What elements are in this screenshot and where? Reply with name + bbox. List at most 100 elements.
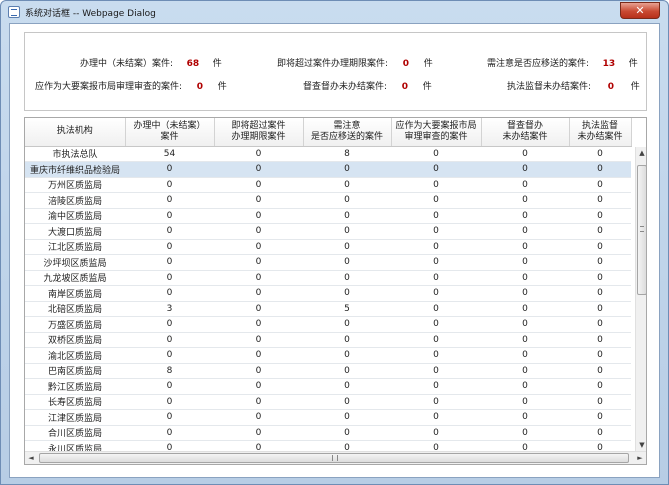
table-row[interactable]: 万州区质监局 0 0 0 0 0 0 <box>25 177 631 193</box>
case-count-cell: 0 <box>481 394 569 410</box>
case-count-cell: 0 <box>391 394 481 410</box>
vertical-scroll-thumb[interactable] <box>637 165 646 295</box>
case-count-cell: 0 <box>391 316 481 333</box>
case-count-cell: 0 <box>391 223 481 240</box>
case-count-cell: 0 <box>481 192 569 209</box>
agency-name-cell: 渝中区质监局 <box>25 208 125 224</box>
header-in-progress[interactable]: 办理中（未结案） 案件 <box>125 118 215 147</box>
horizontal-scrollbar[interactable]: ◄ ► <box>25 451 646 464</box>
case-count-cell: 0 <box>481 409 569 426</box>
header-text: 即将超过案件 <box>231 120 286 131</box>
summary-item-in-progress: 办理中（未结案）案件: 68 件 <box>80 56 222 69</box>
header-major-case-review[interactable]: 应作为大要案报市局 审理审查的案件 <box>391 118 482 147</box>
case-count-cell: 0 <box>481 161 569 178</box>
case-count-cell: 0 <box>391 301 481 317</box>
case-count-cell: 0 <box>125 285 214 302</box>
case-count-cell: 0 <box>569 161 631 178</box>
header-text: 未办结案件 <box>577 131 623 142</box>
case-count-cell: 0 <box>569 146 631 162</box>
table-row[interactable]: 涪陵区质监局 0 0 0 0 0 0 <box>25 192 631 209</box>
case-count-cell: 0 <box>125 223 214 240</box>
case-count-cell: 0 <box>214 394 303 410</box>
case-count-cell: 0 <box>214 177 303 193</box>
header-text: 督查督办 <box>506 120 543 131</box>
case-count-cell: 0 <box>391 239 481 255</box>
case-count-cell: 0 <box>303 394 391 410</box>
table-row[interactable]: 市执法总队 54 0 8 0 0 0 <box>25 146 631 162</box>
case-count-cell: 0 <box>214 270 303 286</box>
table-row[interactable]: 南岸区质监局 0 0 0 0 0 0 <box>25 285 631 302</box>
case-count-cell: 0 <box>214 316 303 333</box>
case-count-cell: 0 <box>303 223 391 240</box>
summary-label: 需注意是否应移送的案件: <box>487 59 590 69</box>
scroll-up-icon[interactable]: ▲ <box>636 147 646 159</box>
header-supervision-pending[interactable]: 督查督办 未办结案件 <box>481 118 570 147</box>
table-row[interactable]: 合川区质监局 0 0 0 0 0 0 <box>25 425 631 441</box>
table-row[interactable]: 黔江区质监局 0 0 0 0 0 0 <box>25 378 631 395</box>
case-count-cell: 0 <box>125 425 214 441</box>
case-count-cell: 54 <box>125 146 214 162</box>
scroll-down-icon[interactable]: ▼ <box>636 439 646 451</box>
summary-value: 0 <box>401 82 409 92</box>
agency-name-cell: 万州区质监局 <box>25 177 125 193</box>
grip-icon <box>332 455 338 461</box>
grip-icon <box>640 226 644 232</box>
summary-value: 0 <box>196 82 204 92</box>
close-button[interactable]: ✕ <box>620 2 660 19</box>
table-row[interactable]: 江北区质监局 0 0 0 0 0 0 <box>25 239 631 255</box>
header-text: 执法机构 <box>56 126 93 137</box>
case-count-cell: 0 <box>125 239 214 255</box>
case-count-cell: 0 <box>391 208 481 224</box>
case-count-cell: 0 <box>569 270 631 286</box>
case-count-cell: 0 <box>303 208 391 224</box>
case-count-cell: 0 <box>481 208 569 224</box>
table-row[interactable]: 大渡口质监局 0 0 0 0 0 0 <box>25 223 631 240</box>
case-count-cell: 0 <box>569 332 631 348</box>
table-row[interactable]: 九龙坡区质监局 0 0 0 0 0 0 <box>25 270 631 286</box>
table-row[interactable]: 双桥区质监局 0 0 0 0 0 0 <box>25 332 631 348</box>
table-row[interactable]: 长寿区质监局 0 0 0 0 0 0 <box>25 394 631 410</box>
case-count-cell: 0 <box>125 254 214 271</box>
case-count-cell: 0 <box>303 332 391 348</box>
case-count-cell: 0 <box>569 425 631 441</box>
case-count-cell: 0 <box>391 409 481 426</box>
header-enforcement-pending[interactable]: 执法监督 未办结案件 <box>569 118 632 147</box>
case-count-cell: 0 <box>391 425 481 441</box>
summary-value: 0 <box>607 82 615 92</box>
case-count-cell: 0 <box>481 223 569 240</box>
case-count-cell: 0 <box>125 378 214 395</box>
table-row[interactable]: 沙坪坝区质监局 0 0 0 0 0 0 <box>25 254 631 271</box>
case-count-cell: 0 <box>569 177 631 193</box>
header-text: 需注意 <box>333 120 361 131</box>
scroll-left-icon[interactable]: ◄ <box>25 452 37 464</box>
summary-value: 13 <box>602 59 616 69</box>
header-agency[interactable]: 执法机构 <box>25 118 126 147</box>
table-row[interactable]: 巴南区质监局 8 0 0 0 0 0 <box>25 363 631 379</box>
case-count-cell: 5 <box>303 301 391 317</box>
scroll-right-icon[interactable]: ► <box>634 452 646 464</box>
agency-name-cell: 渝北区质监局 <box>25 347 125 364</box>
table-row[interactable]: 万盛区质监局 0 0 0 0 0 0 <box>25 316 631 333</box>
horizontal-scroll-thumb[interactable] <box>39 453 629 463</box>
case-count-cell: 0 <box>569 239 631 255</box>
header-transfer-attention[interactable]: 需注意 是否应移送的案件 <box>303 118 392 147</box>
vertical-scrollbar[interactable]: ▲ ▼ <box>635 147 646 451</box>
table-row[interactable]: 重庆市纤维织品检验局 0 0 0 0 0 0 <box>25 161 631 178</box>
case-count-cell: 0 <box>214 378 303 395</box>
case-count-cell: 0 <box>303 239 391 255</box>
header-text: 是否应移送的案件 <box>310 131 383 142</box>
case-count-cell: 0 <box>569 409 631 426</box>
case-count-cell: 0 <box>303 425 391 441</box>
table-row[interactable]: 渝中区质监局 0 0 0 0 0 0 <box>25 208 631 224</box>
case-count-cell: 0 <box>481 332 569 348</box>
case-count-cell: 0 <box>125 208 214 224</box>
table-row[interactable]: 北碚区质监局 3 0 5 0 0 0 <box>25 301 631 317</box>
agency-name-cell: 长寿区质监局 <box>25 394 125 410</box>
title-bar[interactable]: 系统对话框 -- Webpage Dialog ✕ <box>1 1 668 23</box>
case-summary-panel: 办理中（未结案）案件: 68 件 即将超过案件办理期限案件: 0 件 需注意是否… <box>24 32 647 111</box>
header-near-deadline[interactable]: 即将超过案件 办理期限案件 <box>214 118 304 147</box>
dialog-window: 系统对话框 -- Webpage Dialog ✕ 办理中（未结案）案件: 68… <box>0 0 669 485</box>
case-count-cell: 0 <box>303 254 391 271</box>
table-row[interactable]: 江津区质监局 0 0 0 0 0 0 <box>25 409 631 426</box>
table-row[interactable]: 渝北区质监局 0 0 0 0 0 0 <box>25 347 631 364</box>
